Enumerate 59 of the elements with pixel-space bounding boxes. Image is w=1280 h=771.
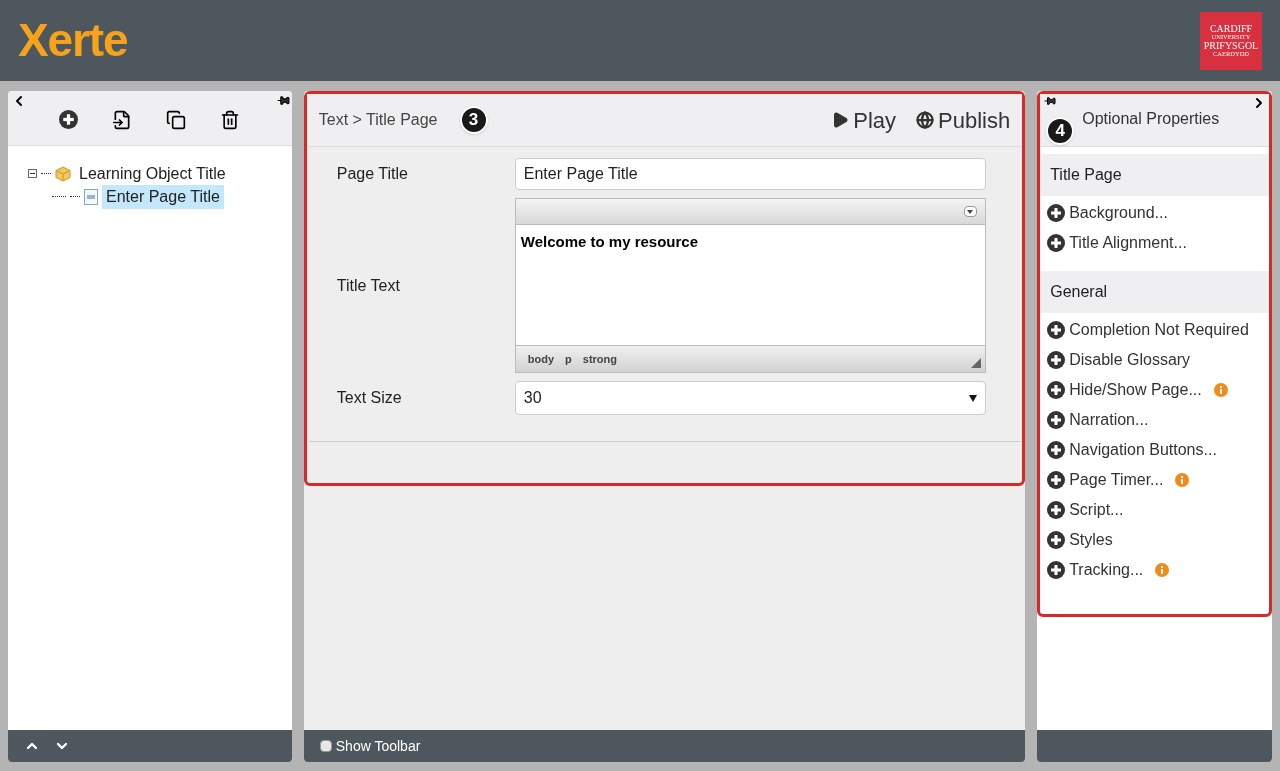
add-icon[interactable] bbox=[1047, 471, 1066, 489]
cube-icon bbox=[55, 165, 71, 182]
property-link[interactable]: Navigation Buttons... bbox=[1069, 438, 1217, 462]
add-icon[interactable] bbox=[1047, 441, 1066, 459]
delete-icon[interactable] bbox=[220, 109, 241, 130]
add-icon[interactable] bbox=[1047, 351, 1066, 369]
add-icon[interactable] bbox=[1047, 561, 1066, 579]
rich-text-editor[interactable]: Welcome to my resource body p strong bbox=[514, 198, 986, 373]
property-link[interactable]: Narration... bbox=[1069, 408, 1149, 432]
dropdown-arrow-icon bbox=[968, 394, 977, 402]
property-link[interactable]: Background... bbox=[1069, 201, 1168, 225]
property-link[interactable]: Disable Glossary bbox=[1069, 348, 1191, 372]
show-toolbar-checkbox[interactable] bbox=[319, 740, 332, 752]
callout-badge: 3 bbox=[459, 106, 488, 134]
pin-icon[interactable] bbox=[276, 94, 290, 107]
page-icon bbox=[84, 188, 98, 205]
checkbox-label: Show Toolbar bbox=[335, 736, 421, 756]
add-icon[interactable] bbox=[59, 110, 79, 129]
element-path-item[interactable]: body bbox=[527, 350, 555, 368]
add-icon[interactable] bbox=[1047, 411, 1066, 429]
callout-badge: 4 bbox=[1046, 117, 1075, 145]
property-link[interactable]: Tracking... bbox=[1069, 558, 1144, 582]
import-page-icon[interactable] bbox=[112, 109, 133, 130]
add-icon[interactable] bbox=[1047, 204, 1066, 222]
publish-button[interactable]: Publish bbox=[916, 103, 1011, 137]
element-path-item[interactable]: p bbox=[565, 350, 572, 368]
section-header: Title Page bbox=[1040, 154, 1269, 196]
add-icon[interactable] bbox=[1047, 234, 1066, 252]
resize-handle-icon[interactable] bbox=[970, 358, 981, 368]
add-icon[interactable] bbox=[1047, 321, 1066, 339]
property-link[interactable]: Hide/Show Page... bbox=[1069, 378, 1202, 402]
play-button[interactable]: Play bbox=[831, 103, 897, 137]
panel-title: Optional Properties bbox=[1082, 109, 1220, 129]
collapse-toggle[interactable] bbox=[28, 169, 37, 178]
field-label: Title Text bbox=[336, 275, 401, 296]
play-icon bbox=[831, 111, 850, 129]
pin-icon[interactable] bbox=[1044, 95, 1057, 107]
add-icon[interactable] bbox=[1047, 531, 1066, 549]
add-icon[interactable] bbox=[1047, 381, 1066, 399]
select-field[interactable]: 30 bbox=[514, 381, 986, 415]
field-label: Page Title bbox=[336, 164, 409, 184]
section-header: General bbox=[1040, 271, 1269, 313]
element-path-item[interactable]: strong bbox=[582, 350, 617, 368]
dropdown-icon[interactable] bbox=[963, 206, 977, 217]
breadcrumb: Text > Title Page bbox=[318, 110, 438, 130]
property-link[interactable]: Script... bbox=[1069, 498, 1124, 522]
property-link[interactable]: Completion Not Required bbox=[1069, 318, 1249, 342]
field-label: Text Size bbox=[336, 388, 403, 408]
duplicate-icon[interactable] bbox=[166, 109, 187, 130]
app-logo: Xerte bbox=[18, 13, 128, 68]
globe-icon bbox=[916, 111, 935, 129]
property-link[interactable]: Styles bbox=[1069, 528, 1113, 552]
tree-item[interactable]: Enter Page Title bbox=[102, 184, 224, 209]
property-link[interactable]: Title Alignment... bbox=[1069, 231, 1187, 255]
text-field[interactable]: Enter Page Title bbox=[514, 158, 986, 190]
property-link[interactable]: Page Timer... bbox=[1069, 468, 1164, 492]
editor-text: Welcome to my resource bbox=[520, 233, 699, 250]
tree-item[interactable]: Learning Object Title bbox=[75, 161, 230, 186]
add-icon[interactable] bbox=[1047, 501, 1066, 519]
